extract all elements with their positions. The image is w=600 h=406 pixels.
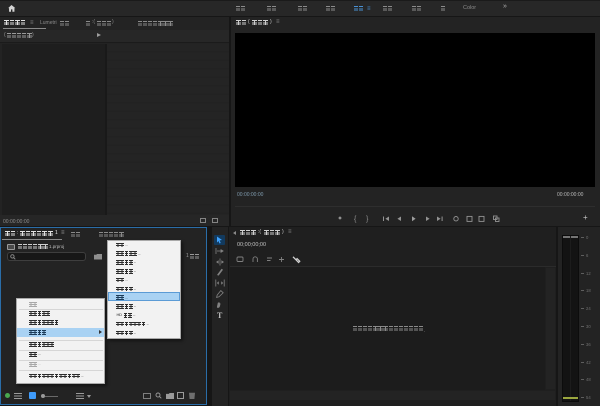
svg-text:{: { — [354, 216, 357, 223]
svg-text:}: } — [366, 216, 369, 223]
